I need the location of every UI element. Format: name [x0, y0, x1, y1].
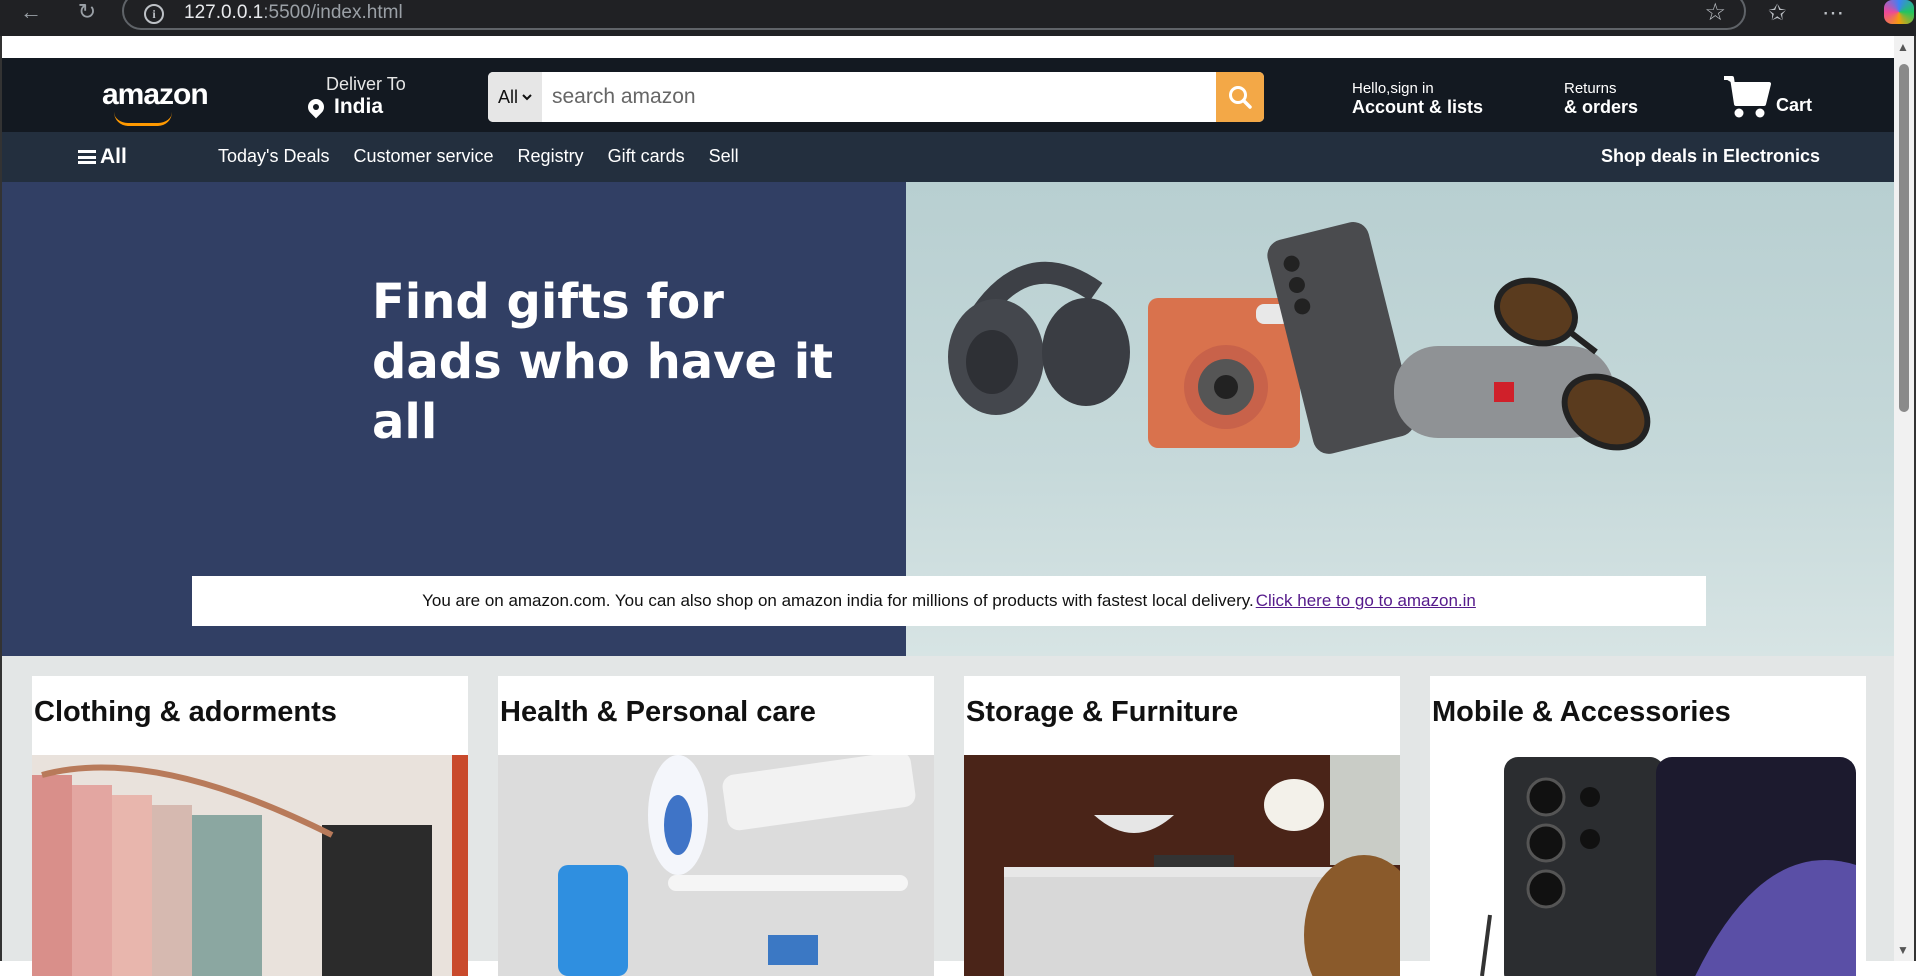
category-card-clothing[interactable]: Clothing & adorments — [32, 676, 468, 976]
deliver-to[interactable]: Deliver To India — [302, 74, 406, 119]
returns-label: Returns — [1564, 80, 1617, 97]
reload-icon[interactable]: ↻ — [70, 0, 104, 24]
amazon-logo[interactable]: amazon — [102, 78, 209, 112]
favorites-icon[interactable]: ✩ — [1768, 0, 1786, 26]
vertical-scrollbar[interactable]: ▲ ▼ — [1894, 36, 1914, 961]
health-image[interactable] — [498, 755, 934, 976]
page-viewport: amazon Deliver To India All Hello,sign i… — [0, 36, 1916, 976]
nav-gift-cards[interactable]: Gift cards — [608, 146, 685, 167]
search-category-select[interactable]: All — [488, 72, 542, 122]
browser-toolbar: ← ↻ i 127.0.0.1:5500/index.html ☆ ✩ ⋯ — [0, 0, 1916, 36]
cart-icon — [1724, 76, 1771, 118]
orders-label: & orders — [1564, 97, 1639, 117]
sub-navigation: All Today's Deals Customer service Regis… — [2, 132, 1896, 182]
scrollbar-thumb[interactable] — [1899, 64, 1909, 412]
category-card-mobile[interactable]: Mobile & Accessories — [1430, 676, 1866, 976]
account-menu[interactable]: Hello,sign in Account & lists — [1352, 80, 1483, 118]
chevron-down-icon — [522, 94, 532, 101]
bookmark-star-icon[interactable]: ☆ — [1704, 0, 1726, 27]
scroll-down-icon[interactable]: ▼ — [1897, 943, 1909, 957]
account-label: Account & lists — [1352, 97, 1484, 117]
all-menu-button[interactable]: All — [78, 145, 127, 169]
search-bar: All — [488, 72, 1264, 122]
card-title: Storage & Furniture — [966, 696, 1239, 728]
headphones-image — [948, 261, 1130, 415]
nav-customer-service[interactable]: Customer service — [354, 146, 494, 167]
more-options-icon[interactable]: ⋯ — [1822, 0, 1845, 26]
mobile-image[interactable] — [1430, 755, 1866, 976]
subnav-links: Today's Deals Customer service Registry … — [218, 146, 739, 167]
card-title: Mobile & Accessories — [1432, 696, 1731, 728]
card-title: Clothing & adorments — [34, 696, 337, 728]
nav-registry[interactable]: Registry — [518, 146, 584, 167]
search-icon — [1229, 86, 1252, 109]
search-input[interactable] — [542, 72, 1216, 122]
furniture-image[interactable] — [964, 755, 1400, 976]
cart-button[interactable]: Cart — [1722, 74, 1812, 120]
deliver-country: India — [334, 95, 384, 118]
address-bar[interactable]: i 127.0.0.1:5500/index.html ☆ — [122, 0, 1746, 30]
nav-sell[interactable]: Sell — [709, 146, 739, 167]
cart-label: Cart — [1776, 95, 1813, 115]
logo-smile-arrow — [114, 112, 172, 126]
site-header: amazon Deliver To India All Hello,sign i… — [2, 58, 1896, 132]
back-arrow-icon[interactable]: ← — [14, 0, 48, 24]
category-card-health[interactable]: Health & Personal care — [498, 676, 934, 976]
account-greeting: Hello,sign in — [1352, 80, 1434, 97]
product-categories: Clothing & adorments Health & Personal c… — [2, 656, 1896, 976]
returns-orders[interactable]: Returns & orders — [1564, 80, 1638, 118]
electronics-deals-link[interactable]: Shop deals in Electronics — [1601, 146, 1820, 167]
notice-text: You are on amazon.com. You can also shop… — [422, 591, 1254, 610]
search-button[interactable] — [1216, 72, 1264, 122]
scroll-up-icon[interactable]: ▲ — [1897, 40, 1909, 54]
deliver-label: Deliver To — [326, 74, 406, 94]
clothing-image[interactable] — [32, 755, 468, 976]
url-text[interactable]: 127.0.0.1:5500/index.html — [184, 2, 403, 24]
copilot-icon[interactable] — [1884, 0, 1914, 24]
amazon-india-notice: You are on amazon.com. You can also shop… — [192, 576, 1706, 626]
hero-banner: Find gifts for dads who have it all You … — [2, 182, 1896, 656]
category-card-storage[interactable]: Storage & Furniture — [964, 676, 1400, 976]
nav-todays-deals[interactable]: Today's Deals — [218, 146, 330, 167]
site-info-icon[interactable]: i — [144, 4, 164, 24]
hamburger-icon — [78, 150, 96, 164]
camera-image — [1148, 298, 1300, 448]
hero-headline: Find gifts for dads who have it all — [372, 274, 834, 450]
card-title: Health & Personal care — [500, 696, 816, 728]
location-pin-icon — [304, 95, 328, 119]
amazon-india-link[interactable]: Click here to go to amazon.in — [1256, 591, 1476, 611]
